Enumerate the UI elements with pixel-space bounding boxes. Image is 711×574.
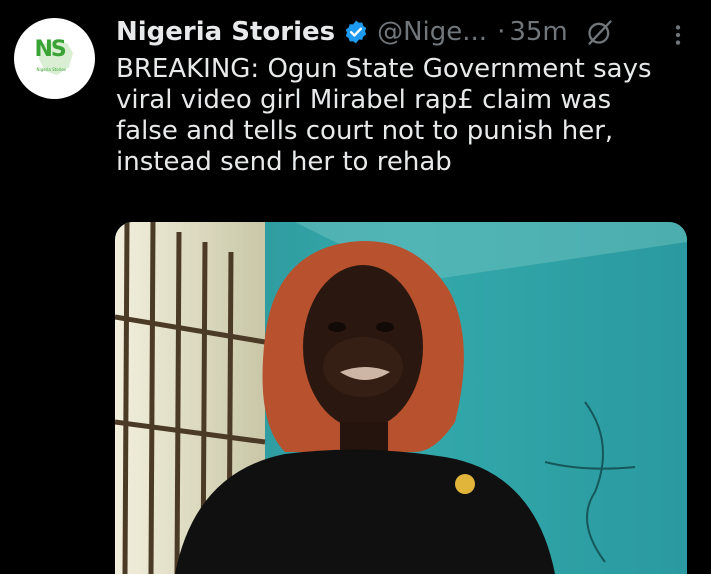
author-handle[interactable]: @Nige... bbox=[377, 17, 487, 47]
grok-icon[interactable] bbox=[586, 18, 614, 46]
nigeria-stories-logo: NS Nigeria Stories bbox=[33, 37, 77, 81]
author-name[interactable]: Nigeria Stories bbox=[116, 17, 335, 47]
separator-dot: · bbox=[497, 17, 506, 47]
timestamp[interactable]: 35m bbox=[509, 17, 567, 47]
avatar[interactable]: NS Nigeria Stories bbox=[14, 18, 95, 99]
tweet-media-image[interactable] bbox=[115, 222, 687, 574]
tweet-header: Nigeria Stories @Nige... · 35m bbox=[116, 14, 691, 50]
logo-subtext: Nigeria Stories bbox=[36, 66, 66, 72]
more-options-icon[interactable] bbox=[665, 22, 691, 48]
verified-badge-icon bbox=[345, 20, 367, 44]
tweet-text: BREAKING: Ogun State Government says vir… bbox=[116, 54, 652, 177]
photo-of-girl bbox=[115, 222, 687, 574]
logo-text: NS bbox=[34, 36, 67, 62]
